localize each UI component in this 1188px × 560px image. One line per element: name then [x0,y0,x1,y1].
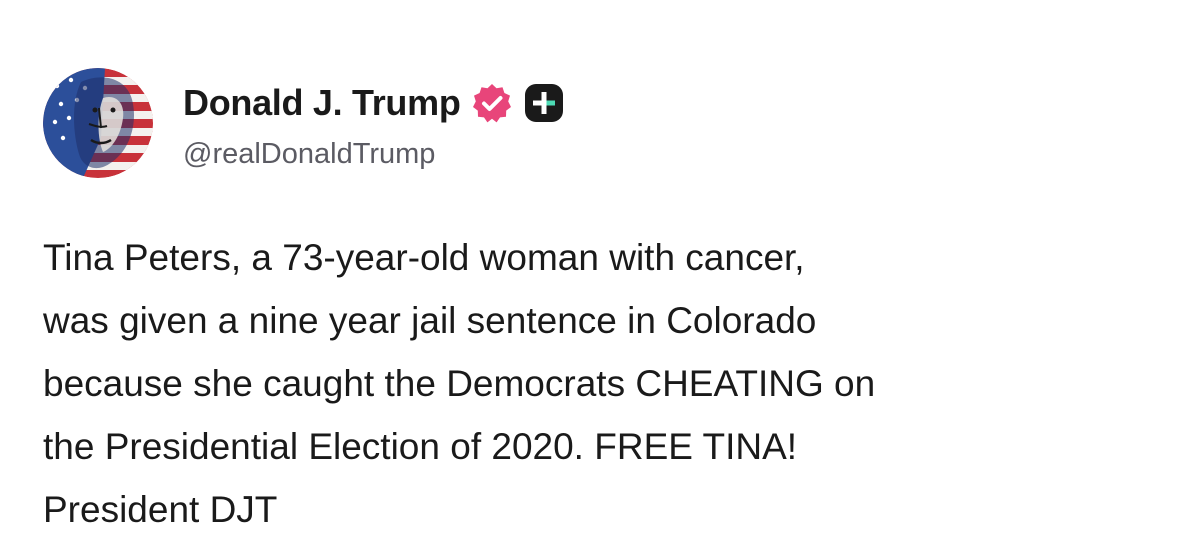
post-text-line: the Presidential Election of 2020. FREE … [43,426,798,467]
verified-badge-icon [471,82,513,124]
post-card: Donald J. Trump @realDonaldTrump Tina Pe… [0,0,1188,560]
plus-badge-icon [524,83,564,123]
author-name-row: Donald J. Trump [183,80,564,126]
post-text-line: because she caught the Democrats CHEATIN… [43,363,876,404]
post-body: Tina Peters, a 73-year-old woman with ca… [43,226,1163,541]
avatar[interactable] [43,68,153,178]
avatar-image [43,68,153,178]
post-text-line: was given a nine year jail sentence in C… [43,300,817,341]
post-text-line: President DJT [43,489,278,530]
author-display-name[interactable]: Donald J. Trump [183,82,461,124]
author-handle[interactable]: @realDonaldTrump [183,138,435,171]
post-text-line: Tina Peters, a 73-year-old woman with ca… [43,237,805,278]
